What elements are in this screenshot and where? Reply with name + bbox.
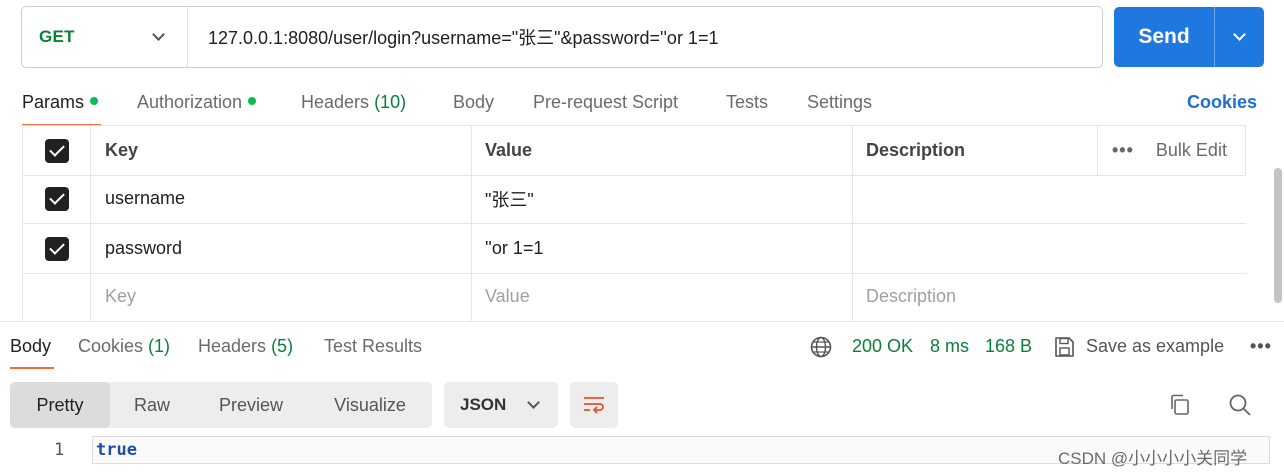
param-description[interactable]: [852, 224, 1097, 273]
new-description-input[interactable]: Description: [852, 272, 1097, 321]
url-input[interactable]: 127.0.0.1:8080/user/login?username="张三"&…: [188, 24, 718, 50]
wrap-lines-icon: [584, 397, 604, 414]
response-headers-count: (5): [271, 336, 294, 356]
chevron-down-icon: [527, 396, 540, 409]
view-preview-button[interactable]: Preview: [196, 382, 306, 428]
response-tabs: Body Cookies (1) Headers (5) Test Result…: [0, 322, 1284, 370]
vertical-scrollbar[interactable]: [1274, 168, 1282, 303]
authorization-indicator-dot: [248, 97, 257, 105]
globe-icon[interactable]: [809, 335, 833, 359]
cookies-link[interactable]: Cookies: [1187, 92, 1257, 113]
param-value[interactable]: ''or 1=1: [471, 224, 852, 273]
chevron-down-icon: [1233, 28, 1246, 41]
response-tab-cookies[interactable]: Cookies (1): [78, 336, 170, 357]
active-response-tab-underline: [10, 367, 54, 369]
param-key[interactable]: username: [90, 174, 471, 223]
tab-params[interactable]: Params: [22, 92, 99, 113]
method-label: GET: [39, 27, 75, 46]
cookies-count: (1): [148, 336, 171, 356]
tab-params-label: Params: [22, 92, 85, 112]
method-select[interactable]: GET: [22, 7, 188, 67]
view-raw-button[interactable]: Raw: [114, 382, 190, 428]
response-tab-headers[interactable]: Headers (5): [198, 336, 293, 357]
tab-headers[interactable]: Headers (10): [301, 92, 406, 113]
headers-count: (10): [374, 92, 407, 112]
param-empty-row: Key Value Description: [22, 272, 1246, 322]
column-header-key: Key: [90, 126, 471, 175]
send-options-button[interactable]: [1215, 7, 1264, 67]
new-value-input[interactable]: Value: [471, 272, 852, 321]
more-options-icon[interactable]: •••: [1112, 140, 1134, 161]
column-header-value: Value: [471, 126, 852, 175]
format-select[interactable]: JSON: [444, 382, 558, 428]
copy-icon[interactable]: [1167, 392, 1193, 418]
watermark: CSDN @小小小小关同学: [1058, 449, 1248, 468]
params-indicator-dot: [90, 97, 99, 105]
response-tab-headers-label: Headers: [198, 336, 267, 356]
send-button[interactable]: Send: [1114, 7, 1215, 67]
param-key[interactable]: password: [90, 224, 471, 273]
param-description[interactable]: [852, 174, 1097, 223]
line-number: 1: [54, 440, 65, 460]
save-icon[interactable]: [1052, 335, 1076, 359]
response-time[interactable]: 8 ms: [930, 336, 969, 357]
column-header-description: Description: [852, 126, 1097, 175]
search-icon[interactable]: [1227, 392, 1253, 418]
select-all-checkbox[interactable]: [44, 138, 69, 163]
response-tab-cookies-label: Cookies: [78, 336, 144, 356]
tab-authorization[interactable]: Authorization: [137, 92, 257, 113]
response-tab-body[interactable]: Body: [10, 336, 51, 357]
response-tab-test-results[interactable]: Test Results: [324, 336, 422, 357]
wrap-lines-button[interactable]: [570, 382, 618, 428]
tab-headers-label: Headers: [301, 92, 370, 112]
tab-body[interactable]: Body: [453, 92, 494, 113]
params-header-row: Key Value Description ••• Bulk Edit: [22, 126, 1246, 176]
param-checkbox-cell: [22, 174, 90, 223]
param-checkbox[interactable]: [44, 186, 69, 211]
view-visualize-button[interactable]: Visualize: [316, 382, 424, 428]
tab-settings[interactable]: Settings: [807, 92, 872, 113]
bulk-edit-cell: ••• Bulk Edit: [1097, 126, 1246, 175]
response-more-icon[interactable]: •••: [1250, 336, 1272, 357]
tab-tests[interactable]: Tests: [726, 92, 768, 113]
request-url-bar: GET 127.0.0.1:8080/user/login?username="…: [21, 6, 1103, 68]
params-table: Key Value Description ••• Bulk Edit user…: [22, 125, 1246, 322]
status-code[interactable]: 200 OK: [852, 336, 913, 357]
empty-checkbox-cell: [22, 272, 90, 321]
response-size[interactable]: 168 B: [985, 336, 1032, 357]
request-tabs: Params Authorization Headers (10) Body P…: [0, 82, 1284, 126]
header-checkbox-cell: [22, 126, 90, 175]
param-checkbox-cell: [22, 224, 90, 273]
tab-authorization-label: Authorization: [137, 92, 243, 112]
view-pretty-button[interactable]: Pretty: [10, 382, 110, 428]
view-mode-group: Pretty Raw Preview Visualize: [10, 382, 432, 428]
param-row: password ''or 1=1: [22, 224, 1246, 274]
send-button-group: Send: [1114, 7, 1264, 67]
response-body-value: true: [96, 440, 137, 460]
bulk-edit-button[interactable]: Bulk Edit: [1156, 140, 1227, 161]
param-checkbox[interactable]: [44, 236, 69, 261]
save-as-example-button[interactable]: Save as example: [1086, 336, 1224, 357]
chevron-down-icon: [152, 28, 165, 41]
tab-pre-request-script[interactable]: Pre-request Script: [533, 92, 678, 113]
param-row: username "张三": [22, 174, 1246, 224]
format-label: JSON: [460, 395, 507, 414]
param-value[interactable]: "张三": [471, 174, 852, 223]
new-key-input[interactable]: Key: [90, 272, 471, 321]
